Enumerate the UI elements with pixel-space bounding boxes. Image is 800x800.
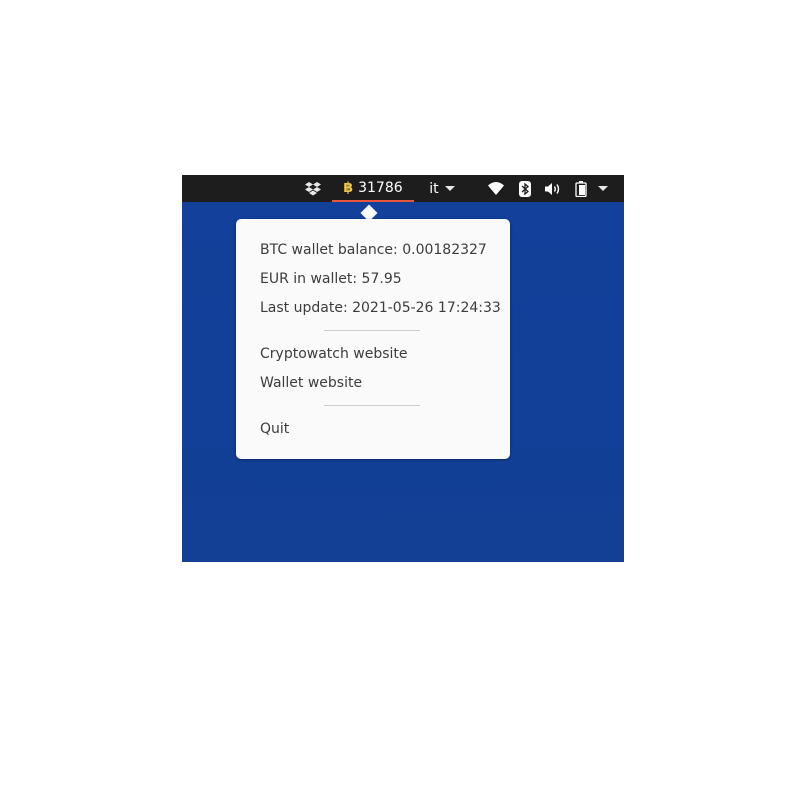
- btc-price-indicator[interactable]: ฿ 31786: [332, 175, 414, 202]
- desktop: ฿ 31786 it BTC wallet balance: 0.0018232…: [182, 175, 624, 562]
- btc-indicator-menu: BTC wallet balance: 0.00182327 EUR in wa…: [236, 219, 510, 459]
- btc-balance-item: BTC wallet balance: 0.00182327: [260, 242, 487, 258]
- wifi-icon[interactable]: [487, 175, 505, 202]
- quit-item[interactable]: Quit: [260, 418, 289, 440]
- menu-separator: [324, 330, 420, 331]
- menu-separator: [324, 405, 420, 406]
- battery-icon[interactable]: [573, 175, 589, 202]
- wallet-website-item[interactable]: Wallet website: [260, 372, 362, 394]
- top-panel: ฿ 31786 it: [182, 175, 624, 202]
- cryptowatch-website-item[interactable]: Cryptowatch website: [260, 343, 408, 365]
- chevron-down-icon: [598, 186, 608, 191]
- eur-wallet-item: EUR in wallet: 57.95: [260, 271, 402, 287]
- last-update-item: Last update: 2021-05-26 17:24:33: [260, 300, 501, 316]
- dropbox-icon[interactable]: [304, 175, 322, 202]
- language-label: it: [429, 180, 439, 197]
- bluetooth-icon[interactable]: [517, 175, 533, 202]
- btc-price-label: 31786: [358, 179, 403, 196]
- language-indicator[interactable]: it: [422, 175, 462, 202]
- chevron-down-icon: [444, 186, 455, 191]
- bitcoin-icon: ฿: [343, 179, 354, 196]
- volume-icon[interactable]: [543, 175, 563, 202]
- system-menu-chevron-down-icon[interactable]: [596, 175, 610, 202]
